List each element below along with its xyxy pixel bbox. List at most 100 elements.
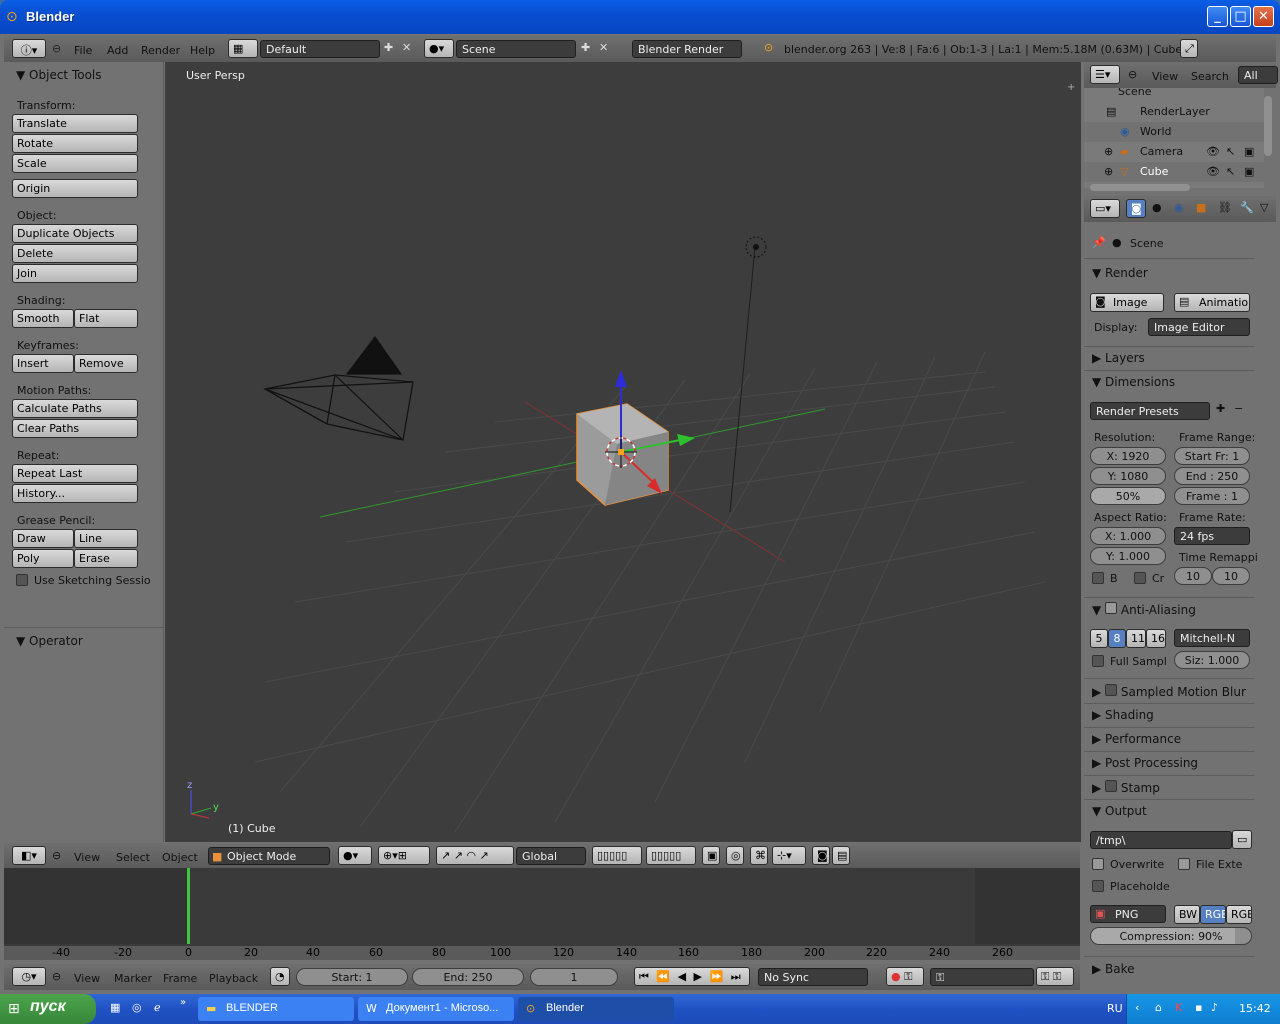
aspect-y-field[interactable]: Y: 1.000: [1090, 547, 1166, 565]
file-extensions-checkbox[interactable]: [1178, 858, 1190, 870]
data-context-icon[interactable]: ▽: [1260, 201, 1268, 214]
end-frame-field[interactable]: End: 250: [412, 968, 524, 986]
resolution-x-field[interactable]: X: 1920: [1090, 447, 1166, 465]
expand-region-icon[interactable]: +: [1067, 82, 1075, 93]
select-cursor-icon[interactable]: ↖: [1226, 145, 1235, 158]
world-context-icon[interactable]: ◉: [1174, 201, 1184, 214]
grease-poly-button[interactable]: Poly: [12, 549, 74, 568]
menu-select[interactable]: Select: [116, 851, 150, 864]
quicklaunch-ie-icon[interactable]: ℯ: [154, 1001, 161, 1014]
filter-size-field[interactable]: Siz: 1.000: [1174, 651, 1250, 669]
duplicate-objects-button[interactable]: Duplicate Objects: [12, 224, 138, 243]
z-manipulator-arrow[interactable]: [615, 370, 627, 387]
keying-set-field[interactable]: ⚿: [930, 968, 1034, 986]
timeline-marker-menu[interactable]: Marker: [114, 972, 152, 985]
y-manipulator-arrow[interactable]: [677, 434, 695, 446]
visibility-eye-icon[interactable]: 👁: [1206, 165, 1220, 178]
dimensions-panel-header[interactable]: ▼ Dimensions: [1092, 375, 1175, 389]
outliner-view-menu[interactable]: View: [1152, 70, 1178, 83]
keyframe-insert-buttons[interactable]: ⚿ ⚿: [1036, 967, 1074, 986]
origin-button[interactable]: Origin: [12, 179, 138, 198]
timeline[interactable]: -40 -20 0 20 40 60 80 100 120 140 160 18…: [4, 868, 1080, 960]
collapse-menu-icon[interactable]: ⊖: [52, 849, 61, 862]
frame-rate-select[interactable]: 24 fps: [1174, 527, 1250, 545]
collapse-menu-icon[interactable]: ⊖: [52, 42, 61, 55]
outliner-display-filter[interactable]: All Sce: [1238, 66, 1278, 84]
compression-slider[interactable]: Compression: 90%: [1090, 927, 1252, 945]
border-checkbox[interactable]: [1092, 572, 1104, 584]
current-frame-field[interactable]: 1: [530, 968, 618, 986]
select-cursor-icon[interactable]: ↖: [1226, 165, 1235, 178]
aspect-x-field[interactable]: X: 1.000: [1090, 527, 1166, 545]
color-rgb-button[interactable]: RGB: [1200, 905, 1226, 924]
timeline-frame-menu[interactable]: Frame: [163, 972, 197, 985]
remap-new-field[interactable]: 10: [1212, 567, 1250, 585]
aa-filter-select[interactable]: Mitchell-N: [1174, 629, 1250, 647]
orientation-select[interactable]: Global: [516, 847, 586, 865]
screen-layout-icon[interactable]: ▦: [228, 39, 258, 58]
manipulator-toggles[interactable]: ↗ ↗ ◠ ↗: [436, 846, 514, 865]
window-titlebar[interactable]: ⊙ Blender _ □ ✕: [0, 0, 1280, 34]
overwrite-checkbox[interactable]: [1092, 858, 1104, 870]
object-tools-panel-header[interactable]: ▼ Object Tools: [16, 68, 102, 82]
menu-help[interactable]: Help: [190, 44, 215, 57]
flat-button[interactable]: Flat: [74, 309, 138, 328]
maximize-button[interactable]: □: [1230, 6, 1251, 27]
quicklaunch-chrome-icon[interactable]: ◎: [132, 1001, 142, 1014]
lamp-object[interactable]: [745, 236, 767, 258]
add-preset-icon[interactable]: ✚: [1216, 402, 1225, 415]
screen-layout-field[interactable]: Default: [260, 40, 380, 58]
render-camera-icon[interactable]: ▣: [1244, 145, 1254, 158]
repeat-last-button[interactable]: Repeat Last: [12, 464, 138, 483]
expand-icon[interactable]: ⊕: [1104, 165, 1113, 178]
resolution-y-field[interactable]: Y: 1080: [1090, 467, 1166, 485]
join-button[interactable]: Join: [12, 264, 138, 283]
outliner-hscrollbar[interactable]: [1090, 184, 1190, 191]
color-bw-button[interactable]: BW: [1174, 905, 1200, 924]
aa-samples-8[interactable]: 8: [1108, 629, 1126, 648]
taskbar-item-word-document[interactable]: Документ1 - Microso...: [358, 997, 514, 1021]
volume-icon[interactable]: ♪: [1211, 1001, 1218, 1014]
editor-type-outliner-button[interactable]: ☰▾: [1090, 65, 1120, 84]
quicklaunch-desktop-icon[interactable]: ▦: [110, 1001, 120, 1014]
network-icon[interactable]: ⌂: [1155, 1001, 1162, 1014]
placeholders-checkbox[interactable]: [1092, 880, 1104, 892]
remove-scene-icon[interactable]: ✕: [599, 41, 608, 54]
collapse-menu-icon[interactable]: ⊖: [52, 970, 61, 983]
history-button[interactable]: History...: [12, 484, 138, 503]
menu-object[interactable]: Object: [162, 851, 198, 864]
editor-type-timeline-button[interactable]: ◷▾: [12, 967, 46, 986]
mode-select[interactable]: Object Mode: [208, 847, 330, 865]
remove-layout-icon[interactable]: ✕: [402, 41, 411, 54]
expand-icon[interactable]: ⊕: [1104, 145, 1113, 158]
menu-add[interactable]: Add: [107, 44, 128, 57]
render-presets-select[interactable]: Render Presets: [1090, 402, 1210, 420]
outliner-row-scene[interactable]: Scene: [1084, 88, 1264, 98]
file-browse-icon[interactable]: ▭: [1232, 830, 1252, 849]
menu-view[interactable]: View: [74, 851, 100, 864]
sync-mode-select[interactable]: No Sync: [758, 968, 868, 986]
translate-button[interactable]: Translate: [12, 114, 138, 133]
preview-range-icon[interactable]: ◔: [270, 967, 290, 986]
render-still-icon[interactable]: ◙: [812, 846, 830, 865]
operator-panel-header[interactable]: ▼ Operator: [16, 634, 83, 648]
aa-samples-5[interactable]: 5: [1090, 629, 1108, 648]
snap-element-button[interactable]: ⊹▾: [772, 846, 806, 865]
render-context-icon[interactable]: ◙: [1126, 199, 1146, 218]
clear-paths-button[interactable]: Clear Paths: [12, 419, 138, 438]
language-indicator[interactable]: RU: [1107, 1002, 1123, 1015]
output-path-field[interactable]: /tmp\: [1090, 831, 1232, 849]
start-frame-field[interactable]: Start: 1: [296, 968, 408, 986]
snap-icon[interactable]: ⌘: [750, 846, 768, 865]
start-frame-field[interactable]: Start Fr: 1: [1174, 447, 1250, 465]
tray-collapse-icon[interactable]: ‹: [1135, 1001, 1139, 1014]
remove-keyframe-button[interactable]: Remove: [74, 354, 138, 373]
object-context-icon[interactable]: ■: [1196, 201, 1206, 214]
scene-icon[interactable]: ●▾: [424, 39, 454, 58]
quicklaunch-more-icon[interactable]: »: [180, 997, 186, 1008]
lock-layers-icon[interactable]: ▣: [702, 846, 720, 865]
render-camera-icon[interactable]: ▣: [1244, 165, 1254, 178]
visibility-eye-icon[interactable]: 👁: [1206, 145, 1220, 158]
remap-old-field[interactable]: 10: [1174, 567, 1212, 585]
insert-keyframe-button[interactable]: Insert: [12, 354, 74, 373]
